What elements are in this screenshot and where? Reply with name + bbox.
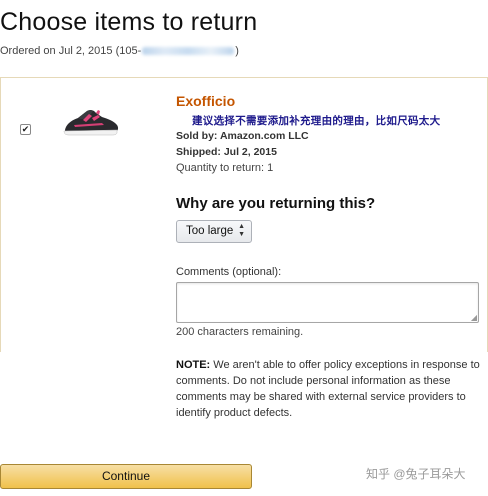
quantity-to-return: Quantity to return: 1 <box>176 162 274 174</box>
policy-note: NOTE: We aren't able to offer policy exc… <box>176 357 481 421</box>
page-title: Choose items to return <box>0 8 258 36</box>
note-label: NOTE: <box>176 359 211 371</box>
return-reason-dropdown[interactable]: Too large ▲ ▼ <box>176 220 252 243</box>
order-info: Ordered on Jul 2, 2015 (105-) <box>0 45 239 57</box>
item-select-checkbox[interactable]: ✔ <box>20 124 31 135</box>
return-reason-heading: Why are you returning this? <box>176 195 376 212</box>
annotation-text: 建议选择不需要添加补充理由的理由，比如尺码太大 <box>192 115 441 127</box>
shipped-date-text: Shipped: Jul 2, 2015 <box>176 146 277 158</box>
comments-label: Comments (optional): <box>176 266 282 278</box>
order-date-text: Ordered on Jul 2, 2015 (105- <box>0 45 142 57</box>
order-info-suffix: ) <box>235 45 239 57</box>
note-text: We aren't able to offer policy exception… <box>176 359 480 419</box>
continue-button[interactable]: Continue <box>0 464 252 489</box>
return-reason-selected: Too large <box>186 225 234 237</box>
sold-by-text: Sold by: Amazon.com LLC <box>176 130 309 142</box>
dropdown-arrows-icon: ▲ ▼ <box>238 223 245 238</box>
redacted-order-number <box>142 47 235 56</box>
resize-handle-icon[interactable]: ◢ <box>471 313 477 322</box>
characters-remaining: 200 characters remaining. <box>176 326 304 338</box>
watermark-text: 知乎 @兔子耳朵大 <box>366 467 466 481</box>
product-title-link[interactable]: Exofficio <box>176 93 235 109</box>
shoe-image <box>63 109 119 136</box>
comments-textarea[interactable]: ◢ <box>176 282 479 323</box>
